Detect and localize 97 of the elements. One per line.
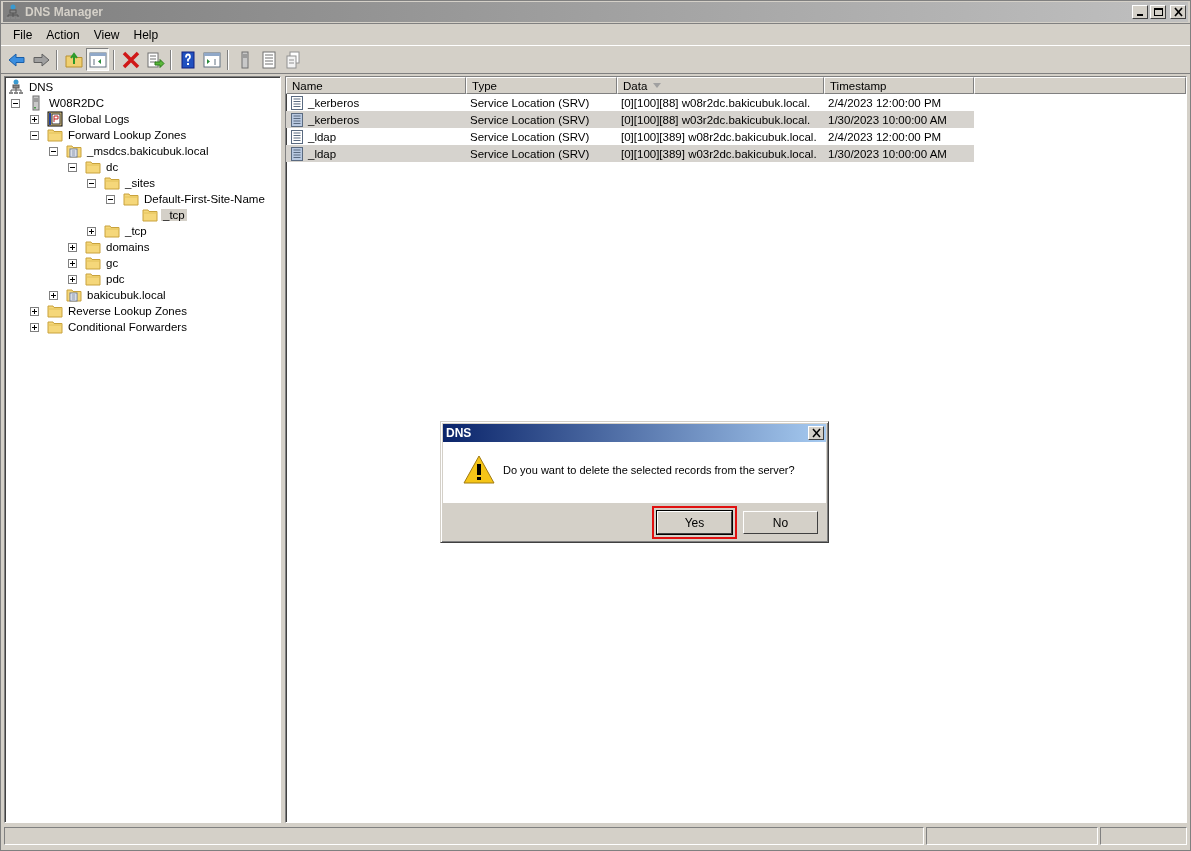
tree-item[interactable]: Global Logs (66, 113, 132, 125)
window-title: DNS Manager (25, 5, 105, 19)
folder-icon (104, 175, 120, 191)
export-list-icon (144, 49, 165, 70)
column-header[interactable]: Type (466, 77, 617, 94)
record-icon (290, 146, 304, 161)
tree-item[interactable]: dc (104, 161, 121, 173)
folder-icon (142, 207, 158, 223)
dialog-title: DNS (446, 426, 473, 440)
collapse-icon[interactable] (30, 130, 39, 140)
minimize-button[interactable] (1132, 5, 1148, 19)
close-button[interactable] (1170, 5, 1186, 19)
dialog-message: Do you want to delete the selected records from the server? (503, 464, 795, 476)
menu-item[interactable]: Action (39, 26, 87, 44)
menu-item[interactable]: File (6, 26, 40, 44)
record-icon (290, 129, 304, 144)
folder-icon (47, 127, 63, 143)
table-cell-text: Service Location (SRV) (469, 113, 591, 126)
column-header[interactable]: Data (617, 77, 824, 94)
zone-folder-icon (66, 287, 82, 303)
table-cell-text: [0][100][389] w03r2dc.bakicubuk.local. (620, 147, 818, 160)
expand-icon[interactable] (49, 290, 58, 300)
delete-x-icon (120, 49, 141, 70)
tree-item[interactable]: Conditional Forwarders (66, 321, 189, 333)
tree-item[interactable]: gc (104, 257, 121, 269)
minimize-icon (1137, 14, 1143, 16)
network-icon (8, 79, 24, 95)
table-cell-text: Service Location (SRV) (469, 96, 591, 109)
collapse-icon[interactable] (49, 146, 58, 156)
record-icon (290, 95, 304, 110)
network-icon (5, 4, 21, 20)
tree-item[interactable]: bakicubuk.local (85, 289, 168, 301)
table-cell-text: 2/4/2023 12:00:00 PM (827, 130, 943, 143)
table-row[interactable]: _ldap Service Location (SRV) [0][100][389] w08r2dc.bakicubuk.local. 2/4/2023 12:00:00 PM (286, 128, 974, 145)
console-tree-button[interactable] (86, 48, 109, 71)
folder-icon (47, 319, 63, 335)
expand-icon[interactable] (87, 226, 96, 236)
table-cell-text: [0][100][88] w08r2dc.bakicubuk.local. (620, 96, 812, 109)
maximize-icon (1153, 8, 1163, 16)
close-icon (1172, 7, 1184, 17)
log-book-icon (47, 111, 63, 127)
table-row[interactable]: _kerberos Service Location (SRV) [0][100][88] w08r2dc.bakicubuk.local. 2/4/2023 12:00:00 PM (286, 94, 974, 111)
action-pane-icon (201, 49, 222, 70)
folder-icon (85, 255, 101, 271)
table-row[interactable]: _kerberos Service Location (SRV) [0][100][88] w03r2dc.bakicubuk.local. 1/30/2023 10:00:00 AM (286, 111, 974, 128)
table-cell: _kerberos (308, 113, 360, 126)
table-cell: _kerberos (308, 96, 360, 109)
tree-item[interactable]: pdc (104, 273, 127, 285)
expand-icon[interactable] (68, 242, 77, 252)
console-tree-icon (87, 49, 108, 70)
expand-icon[interactable] (68, 258, 77, 268)
table-cell-text: Service Location (SRV) (469, 130, 591, 143)
folder-icon (85, 271, 101, 287)
expand-icon[interactable] (30, 114, 39, 124)
tree-item[interactable]: W08R2DC (47, 97, 106, 109)
folder-icon (85, 159, 101, 175)
table-cell-text: 1/30/2023 10:00:00 AM (827, 113, 948, 126)
tree-item[interactable]: _tcp (161, 209, 187, 221)
record-icon (290, 112, 304, 127)
close-icon (810, 428, 822, 438)
table-cell: _ldap (308, 147, 337, 160)
close-button[interactable] (808, 426, 824, 440)
collapse-icon[interactable] (11, 98, 20, 108)
folder-icon (47, 303, 63, 319)
tree-item[interactable]: DNS (27, 81, 56, 93)
tree-item[interactable]: Forward Lookup Zones (66, 129, 189, 141)
warning-icon (463, 455, 495, 485)
collapse-icon[interactable] (106, 194, 115, 204)
menu-item[interactable]: Help (126, 26, 166, 44)
table-cell-text: Service Location (SRV) (469, 147, 591, 160)
collapse-icon[interactable] (68, 162, 77, 172)
folder-icon (123, 191, 139, 207)
menu-item[interactable]: View (86, 26, 127, 44)
tree-item[interactable]: _msdcs.bakicubuk.local (85, 145, 211, 157)
tree-item[interactable]: domains (104, 241, 152, 253)
tree-item[interactable]: Default-First-Site-Name (142, 193, 267, 205)
tree-item[interactable]: Reverse Lookup Zones (66, 305, 189, 317)
zone-folder-icon (66, 143, 82, 159)
tree-item[interactable]: _tcp (123, 225, 149, 237)
column-header[interactable]: Name (286, 77, 466, 94)
table-cell-text: 1/30/2023 10:00:00 AM (827, 147, 948, 160)
table-cell-text: [0][100][389] w08r2dc.bakicubuk.local. (620, 130, 818, 143)
confirm-button[interactable]: Yes (657, 511, 732, 534)
collapse-icon[interactable] (87, 178, 96, 188)
table-cell: _ldap (308, 130, 337, 143)
table-cell-text: 2/4/2023 12:00:00 PM (827, 96, 943, 109)
folder-icon (85, 239, 101, 255)
folder-icon (104, 223, 120, 239)
table-cell-text: [0][100][88] w03r2dc.bakicubuk.local. (620, 113, 812, 126)
expand-icon[interactable] (68, 274, 77, 284)
column-header[interactable]: Timestamp (824, 77, 974, 94)
table-row[interactable]: _ldap Service Location (SRV) [0][100][389] w03r2dc.bakicubuk.local. 1/30/2023 10:00:00 AM (286, 145, 974, 162)
cancel-button[interactable]: No (743, 511, 818, 534)
expand-icon[interactable] (30, 322, 39, 332)
expand-icon[interactable] (30, 306, 39, 316)
tree-item[interactable]: _sites (123, 177, 158, 189)
maximize-button[interactable] (1150, 5, 1166, 19)
